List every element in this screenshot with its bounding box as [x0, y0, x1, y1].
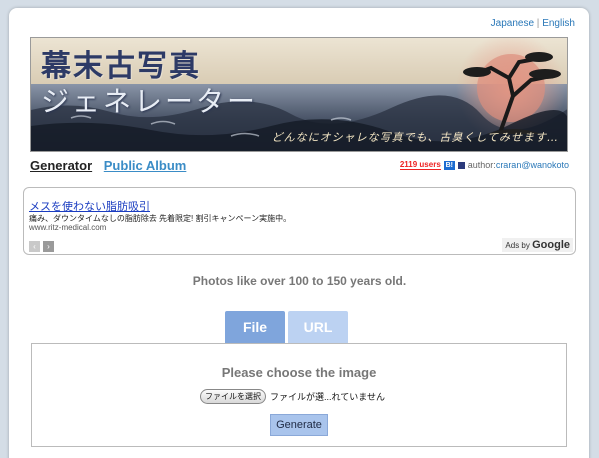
japanese-link[interactable]: Japanese: [491, 18, 534, 29]
page-meta: 2119 users B! author:craran@wanokoto: [399, 160, 569, 170]
hatena-bookmark-icon[interactable]: B!: [443, 160, 455, 170]
ads-by-label: Ads by: [505, 241, 530, 250]
author-credit: author:craran@wanokoto: [468, 160, 569, 170]
ads-by-google[interactable]: Ads by Google: [502, 238, 573, 252]
input-mode-tabs: File URL: [225, 311, 348, 343]
ads-brand: Google: [532, 239, 570, 251]
nav-public-album[interactable]: Public Album: [104, 158, 187, 173]
banner-title: 幕末古写真: [41, 49, 201, 84]
bookmark-users-badge[interactable]: 2119 users: [399, 160, 441, 170]
ad-prev-icon[interactable]: ‹: [29, 241, 40, 252]
ad-next-icon[interactable]: ›: [43, 241, 54, 252]
author-domain: @wanokoto: [521, 160, 569, 170]
author-prefix: author:: [467, 160, 496, 170]
tab-url[interactable]: URL: [288, 311, 348, 343]
nav-generator[interactable]: Generator: [30, 158, 92, 173]
tab-file[interactable]: File: [225, 311, 285, 343]
file-status: ファイルが選...れていません: [270, 392, 385, 402]
banner-subtitle: ジェネレーター: [41, 85, 259, 118]
page-tagline: Photos like over 100 to 150 years old.: [192, 274, 407, 288]
ad-url[interactable]: www.ritz-medical.com: [29, 223, 106, 232]
generate-button[interactable]: Generate: [270, 414, 328, 436]
upload-panel: Please choose the image ファイルを選択 ファイルが選..…: [31, 343, 567, 447]
bookmark-square-icon[interactable]: [457, 161, 465, 169]
ad-title[interactable]: メスを使わない脂肪吸引: [29, 198, 150, 214]
site-banner[interactable]: 幕末古写真 ジェネレーター どんなにオシャレな写真でも、古臭くしてみせます…: [30, 37, 568, 152]
author-link[interactable]: craran@wanokoto: [496, 160, 569, 170]
english-link[interactable]: English: [542, 18, 575, 29]
banner-tagline: どんなにオシャレな写真でも、古臭くしてみせます…: [271, 131, 559, 144]
choose-file-button[interactable]: ファイルを選択: [200, 389, 266, 404]
file-input-row: ファイルを選択 ファイルが選...れていません: [200, 389, 385, 404]
ad-unit: メスを使わない脂肪吸引 痛み、ダウンタイムなしの脂肪除去 先着限定! 割引キャン…: [23, 187, 576, 255]
main-nav: Generator Public Album: [30, 158, 186, 173]
upload-heading: Please choose the image: [221, 365, 377, 380]
language-switcher: Japanese | English: [491, 18, 575, 29]
ad-navigation: ‹ ›: [29, 241, 54, 252]
language-separator: |: [536, 18, 540, 29]
author-name: craran: [495, 160, 522, 170]
